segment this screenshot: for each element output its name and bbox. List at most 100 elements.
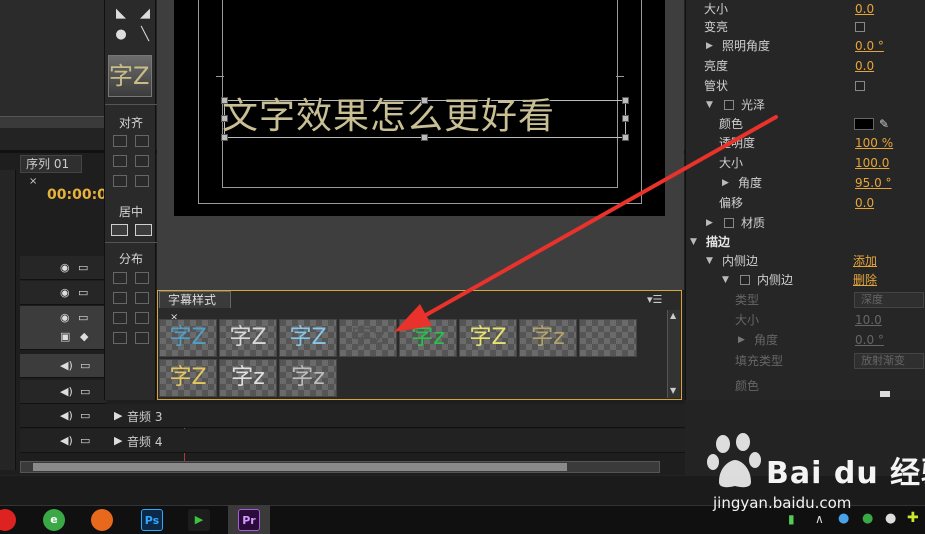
ellipse-tool-icon[interactable]: ● — [114, 28, 128, 42]
style-swatch[interactable]: 字Z — [159, 319, 217, 357]
speaker-icon[interactable]: ◀) — [60, 385, 73, 398]
align-center-v-button[interactable] — [135, 155, 149, 167]
expand-triangle-icon[interactable]: ▶ — [722, 174, 729, 193]
collapse-triangle-icon[interactable]: ▼ — [706, 252, 713, 271]
sequence-tab[interactable]: 序列 01 × — [20, 155, 82, 187]
add-icon[interactable]: ✚ — [907, 510, 919, 526]
fill-type-dropdown[interactable]: 放射渐变 — [854, 353, 924, 369]
align-left-button[interactable] — [113, 135, 127, 147]
speaker-icon[interactable]: ◀) — [60, 359, 73, 372]
distribute-button[interactable] — [113, 312, 127, 324]
expand-triangle-icon[interactable]: ▶ — [738, 331, 745, 350]
audio-track-row[interactable]: ◀) ▭ ▶ 音频 3 — [20, 404, 685, 428]
collapse-triangle-icon[interactable]: ▼ — [690, 233, 697, 252]
resize-handle[interactable] — [622, 134, 629, 141]
style-swatch[interactable]: 字Z — [159, 359, 217, 397]
speaker-icon[interactable]: ◀) — [60, 434, 73, 447]
style-swatch[interactable]: 字z — [399, 319, 457, 357]
color-swatch[interactable] — [880, 391, 890, 397]
style-swatch[interactable]: 字z — [519, 319, 577, 357]
collapse-triangle-icon[interactable]: ▼ — [722, 271, 729, 290]
tray-app-icon[interactable]: ● — [862, 511, 873, 526]
style-swatch[interactable]: 字Z — [219, 319, 277, 357]
expand-triangle-icon[interactable]: ▶ — [706, 37, 713, 56]
prop-value[interactable]: 0.0 — [855, 0, 874, 19]
speaker-icon[interactable]: ◀) — [60, 409, 73, 422]
prop-value[interactable]: 0.0 ° — [855, 37, 884, 56]
align-right-button[interactable] — [113, 175, 127, 187]
timeline-scroll-thumb[interactable] — [33, 463, 567, 471]
eye-icon[interactable]: ◉ — [60, 286, 70, 299]
sheen-checkbox[interactable] — [724, 100, 734, 110]
resize-handle[interactable] — [421, 134, 428, 141]
style-swatch[interactable] — [579, 319, 637, 357]
tube-checkbox[interactable] — [855, 81, 865, 91]
video-track-header-selected[interactable]: ◉ ▭ ▣ ◆ — [20, 306, 106, 350]
resize-handle[interactable] — [221, 115, 228, 122]
scroll-down-icon[interactable]: ▼ — [670, 386, 676, 395]
area-type-tool-icon[interactable]: ◣ — [114, 7, 128, 21]
eye-icon[interactable]: ◉ — [60, 311, 70, 324]
expand-triangle-icon[interactable]: ▶ — [706, 214, 713, 233]
distribute-button[interactable] — [113, 292, 127, 304]
film-icon[interactable]: ▭ — [78, 311, 88, 324]
distribute-button[interactable] — [113, 272, 127, 284]
prop-value[interactable]: 95.0 ° — [855, 174, 892, 193]
video-app-icon[interactable]: ▶ — [188, 509, 210, 531]
style-swatch[interactable]: 字z — [219, 359, 277, 397]
styles-scrollbar[interactable]: ▲ ▼ — [667, 310, 680, 398]
distribute-button[interactable] — [113, 332, 127, 344]
mic-icon[interactable]: ▭ — [80, 434, 90, 447]
align-bottom-button[interactable] — [135, 175, 149, 187]
mic-icon[interactable]: ▭ — [80, 359, 90, 372]
eye-icon[interactable]: ◉ — [60, 261, 70, 274]
center-horizontal-button[interactable] — [111, 224, 128, 236]
film-icon[interactable]: ▭ — [78, 261, 88, 274]
panel-menu-icon[interactable]: ▾☰ — [647, 293, 662, 306]
browser-icon[interactable]: e — [43, 509, 65, 531]
expand-triangle-icon[interactable]: ▶ — [114, 409, 122, 422]
prop-value[interactable]: 10.0 — [855, 311, 882, 330]
add-inner-stroke-link[interactable]: 添加 — [853, 252, 877, 271]
texture-checkbox[interactable] — [724, 218, 734, 228]
chat-icon[interactable]: ● — [885, 511, 896, 526]
project-panel-scrollbar[interactable] — [0, 116, 104, 128]
premiere-icon[interactable]: Pr — [238, 509, 260, 531]
photoshop-icon[interactable]: Ps — [141, 509, 163, 531]
line-tool-icon[interactable]: ╲ — [138, 28, 152, 42]
color-swatch[interactable] — [854, 118, 874, 130]
keyframe-diamond-icon[interactable]: ◆ — [80, 330, 88, 343]
resize-handle[interactable] — [622, 97, 629, 104]
resize-handle[interactable] — [221, 134, 228, 141]
tray-chevron-icon[interactable]: ∧ — [815, 512, 824, 526]
delete-inner-stroke-link[interactable]: 删除 — [853, 271, 877, 290]
tray-app-icon[interactable]: ● — [838, 511, 849, 526]
prop-value[interactable]: 0.0 — [855, 194, 874, 213]
scroll-up-icon[interactable]: ▲ — [670, 311, 676, 320]
prop-value[interactable]: 100.0 — [855, 154, 889, 173]
collapse-triangle-icon[interactable]: ▼ — [706, 96, 713, 115]
distribute-button[interactable] — [135, 332, 149, 344]
prop-value[interactable]: 0.0 — [855, 57, 874, 76]
style-swatch[interactable]: 字z — [339, 319, 397, 357]
wedge-tool-icon[interactable]: ◢ — [138, 7, 152, 21]
center-vertical-button[interactable] — [135, 224, 152, 236]
video-track-header[interactable]: ◉ ▭ — [20, 281, 106, 305]
eyedropper-icon[interactable]: ✎ — [879, 115, 889, 134]
expand-triangle-icon[interactable]: ▶ — [114, 434, 122, 447]
brighten-checkbox[interactable] — [855, 22, 865, 32]
distribute-button[interactable] — [135, 292, 149, 304]
title-styles-tab[interactable]: 字幕样式 × — [159, 291, 231, 323]
style-swatch[interactable]: 字z — [279, 359, 337, 397]
mic-icon[interactable]: ▭ — [80, 385, 90, 398]
audio-track-row[interactable]: ◀) ▭ ▶ 音频 4 — [20, 429, 685, 453]
distribute-button[interactable] — [135, 272, 149, 284]
align-center-h-button[interactable] — [113, 155, 127, 167]
audio-track-header[interactable]: ◀) ▭ — [20, 380, 106, 404]
style-swatch[interactable]: 字Z — [279, 319, 337, 357]
type-dropdown[interactable]: 深度 — [854, 292, 924, 308]
style-swatch[interactable]: 字Z — [459, 319, 517, 357]
firefox-icon[interactable] — [91, 509, 113, 531]
align-top-button[interactable] — [135, 135, 149, 147]
resize-handle[interactable] — [221, 97, 228, 104]
